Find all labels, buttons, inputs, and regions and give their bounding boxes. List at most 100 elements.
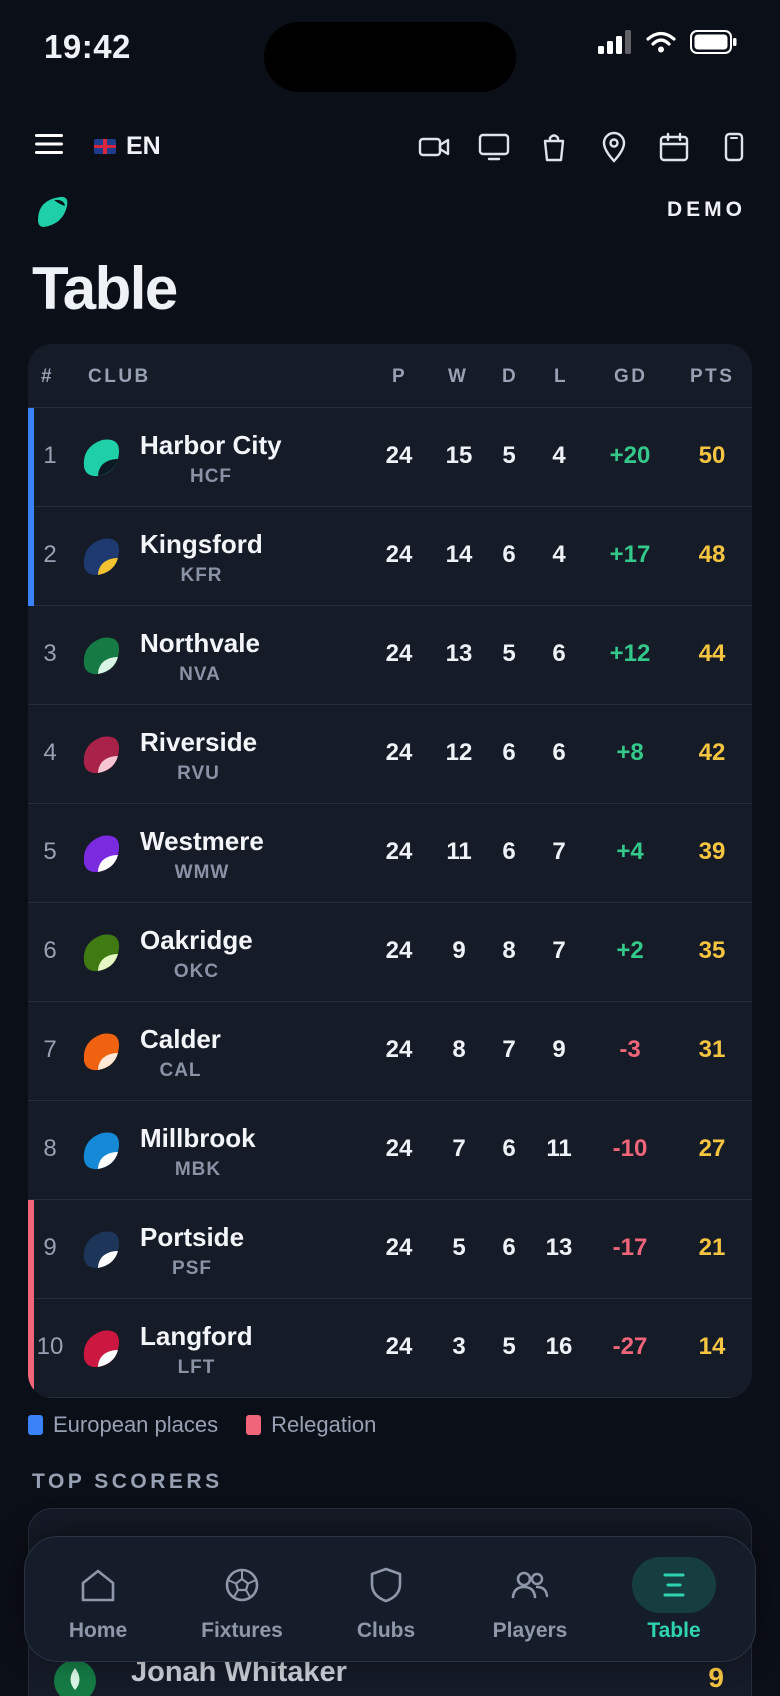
home-icon bbox=[56, 1557, 140, 1613]
nav-home[interactable]: Home bbox=[33, 1537, 163, 1663]
cell-gd: +20 bbox=[609, 442, 651, 469]
club-badge-icon bbox=[80, 536, 122, 578]
battery-icon bbox=[690, 30, 738, 54]
table-header: # CLUB P W D L GD PTS bbox=[28, 344, 752, 408]
nav-clubs[interactable]: Clubs bbox=[321, 1537, 451, 1663]
toolbar-icons bbox=[417, 130, 750, 163]
table-row[interactable]: 3 Northvale NVA 24 13 5 6 +12 44 bbox=[28, 606, 752, 705]
cell-l: 9 bbox=[552, 1036, 566, 1063]
club-name: Westmere bbox=[140, 826, 264, 856]
table-row[interactable]: 4 Riverside RVU 24 12 6 6 +8 42 bbox=[28, 705, 752, 804]
cell-gd: +17 bbox=[609, 541, 651, 568]
calendar-icon[interactable] bbox=[657, 130, 690, 163]
club-code: RVU bbox=[177, 763, 220, 784]
players-icon bbox=[488, 1557, 572, 1613]
uk-flag-icon bbox=[94, 139, 116, 154]
cell-l: 6 bbox=[552, 640, 566, 667]
club-badge-icon bbox=[80, 437, 122, 479]
header-points: PTS bbox=[690, 366, 735, 387]
cell-pts: 39 bbox=[698, 838, 726, 865]
table-row[interactable]: 2 Kingsford KFR 24 14 6 4 +17 48 bbox=[28, 507, 752, 606]
cell-d: 5 bbox=[502, 640, 516, 667]
cell-p: 24 bbox=[385, 838, 413, 865]
shopping-bag-icon[interactable] bbox=[537, 130, 570, 163]
phone-icon[interactable] bbox=[717, 130, 750, 163]
cell-l: 4 bbox=[552, 442, 566, 469]
table-row[interactable]: 6 Oakridge OKC 24 9 8 7 +2 35 bbox=[28, 903, 752, 1002]
cell-d: 6 bbox=[502, 739, 516, 766]
video-icon[interactable] bbox=[417, 130, 450, 163]
club-name: Calder bbox=[140, 1024, 221, 1054]
top-scorers-title: TOP SCORERS bbox=[32, 1470, 223, 1493]
hamburger-icon bbox=[35, 134, 63, 154]
cell-gd: -10 bbox=[612, 1135, 648, 1162]
club-badge-icon bbox=[80, 1229, 122, 1271]
club-code: MBK bbox=[174, 1159, 222, 1180]
club-name: Portside bbox=[140, 1222, 245, 1252]
location-pin-icon[interactable] bbox=[597, 130, 630, 163]
nav-fixtures[interactable]: Fixtures bbox=[177, 1537, 307, 1663]
club-code: OKC bbox=[173, 961, 220, 982]
cell-l: 11 bbox=[546, 1135, 572, 1162]
nav-players-label: Players bbox=[492, 1619, 568, 1642]
cell-gd: -3 bbox=[619, 1036, 641, 1063]
club-code: HCF bbox=[189, 466, 233, 487]
menu-button[interactable] bbox=[34, 128, 66, 160]
table-row[interactable]: 7 Calder CAL 24 8 7 9 -3 31 bbox=[28, 1002, 752, 1101]
cell-p: 24 bbox=[385, 1135, 413, 1162]
cell-w: 15 bbox=[445, 442, 473, 469]
nav-clubs-label: Clubs bbox=[356, 1619, 416, 1642]
cell-d: 8 bbox=[502, 937, 516, 964]
club-badge-icon bbox=[80, 734, 122, 776]
cell-w: 3 bbox=[452, 1333, 466, 1360]
cell-d: 6 bbox=[502, 1234, 516, 1261]
table-row[interactable]: 5 Westmere WMW 24 11 6 7 +4 39 bbox=[28, 804, 752, 903]
row-position: 4 bbox=[43, 739, 57, 766]
cell-w: 14 bbox=[445, 541, 473, 568]
tv-icon[interactable] bbox=[477, 130, 510, 163]
row-position: 5 bbox=[43, 838, 57, 865]
legend-european-swatch bbox=[28, 1415, 43, 1435]
cell-l: 13 bbox=[545, 1234, 573, 1261]
cell-d: 7 bbox=[502, 1036, 516, 1063]
club-code: WMW bbox=[174, 862, 230, 883]
nav-players[interactable]: Players bbox=[465, 1537, 595, 1663]
language-selector[interactable]: EN bbox=[94, 132, 161, 161]
legend-european: European places bbox=[28, 1412, 218, 1438]
cell-w: 5 bbox=[452, 1234, 466, 1261]
table-row[interactable]: 8 Millbrook MBK 24 7 6 11 -10 27 bbox=[28, 1101, 752, 1200]
table-row[interactable]: 1 Harbor City HCF 24 15 5 4 +20 50 bbox=[28, 408, 752, 507]
cell-gd: +4 bbox=[616, 838, 644, 865]
club-badge-icon bbox=[80, 833, 122, 875]
cell-w: 9 bbox=[452, 937, 466, 964]
club-badge-icon bbox=[80, 932, 122, 974]
cell-p: 24 bbox=[385, 442, 413, 469]
cell-p: 24 bbox=[385, 1333, 413, 1360]
table-row[interactable]: 10 Langford LFT 24 3 5 16 -27 14 bbox=[28, 1299, 752, 1398]
row-position: 10 bbox=[36, 1333, 64, 1360]
app-logo[interactable] bbox=[34, 194, 70, 235]
league-table: # CLUB P W D L GD PTS 1 Harbor City HCF 24 1… bbox=[28, 344, 752, 1398]
table-icon bbox=[632, 1557, 716, 1613]
row-position: 3 bbox=[43, 640, 57, 667]
row-position: 8 bbox=[43, 1135, 57, 1162]
legend-relegation: Relegation bbox=[246, 1412, 376, 1438]
top-toolbar: EN bbox=[0, 118, 780, 174]
club-code: NVA bbox=[179, 664, 221, 685]
language-label: EN bbox=[126, 132, 161, 160]
club-badge-icon bbox=[80, 1031, 122, 1073]
cell-d: 6 bbox=[502, 1135, 516, 1162]
club-name: Millbrook bbox=[140, 1123, 256, 1153]
cell-l: 6 bbox=[552, 739, 566, 766]
cell-d: 6 bbox=[502, 838, 516, 865]
header-drawn: D bbox=[502, 366, 519, 387]
cell-p: 24 bbox=[385, 541, 413, 568]
cell-l: 7 bbox=[552, 838, 566, 865]
table-row[interactable]: 9 Portside PSF 24 5 6 13 -17 21 bbox=[28, 1200, 752, 1299]
row-position: 7 bbox=[43, 1036, 57, 1063]
header-goal-difference: GD bbox=[614, 366, 648, 387]
club-name: Riverside bbox=[140, 727, 258, 757]
cell-pts: 21 bbox=[698, 1234, 726, 1261]
nav-table[interactable]: Table bbox=[609, 1537, 739, 1663]
ball-icon bbox=[200, 1557, 284, 1613]
